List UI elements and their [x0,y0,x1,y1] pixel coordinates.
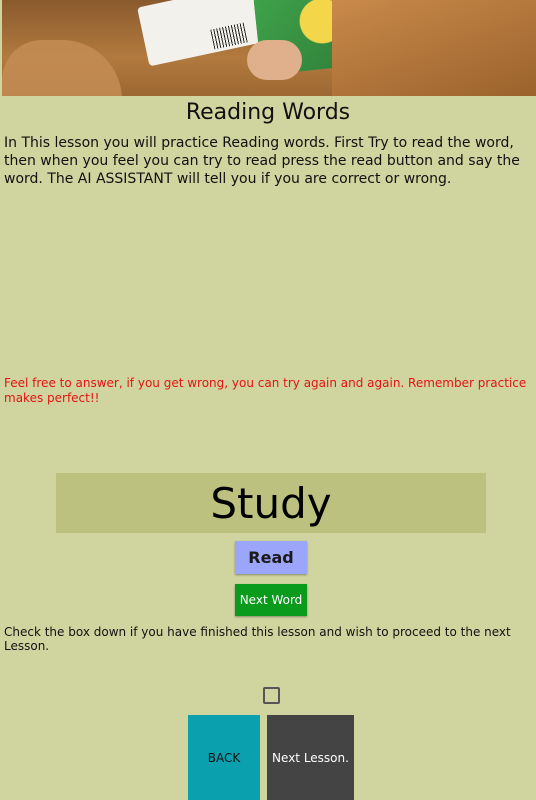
child-sleeve-shape [2,40,122,96]
lesson-instructions: In This lesson you will practice Reading… [4,135,520,187]
completion-instruction: Check the box down if you have finished … [4,625,511,653]
next-lesson-button[interactable]: Next Lesson. [267,715,354,800]
current-word-display: Study [56,473,486,533]
read-button[interactable]: Read [235,541,307,574]
back-button[interactable]: BACK [188,715,260,800]
next-word-button[interactable]: Next Word [235,584,307,616]
encouragement-text: Feel free to answer, if you get wrong, y… [4,376,527,405]
current-word: Study [210,478,332,528]
lesson-complete-checkbox[interactable] [263,687,280,704]
sweater-shape [332,0,536,96]
hand-shape [247,40,302,80]
lesson-header-image [2,0,536,96]
page-title: Reading Words [185,100,351,125]
